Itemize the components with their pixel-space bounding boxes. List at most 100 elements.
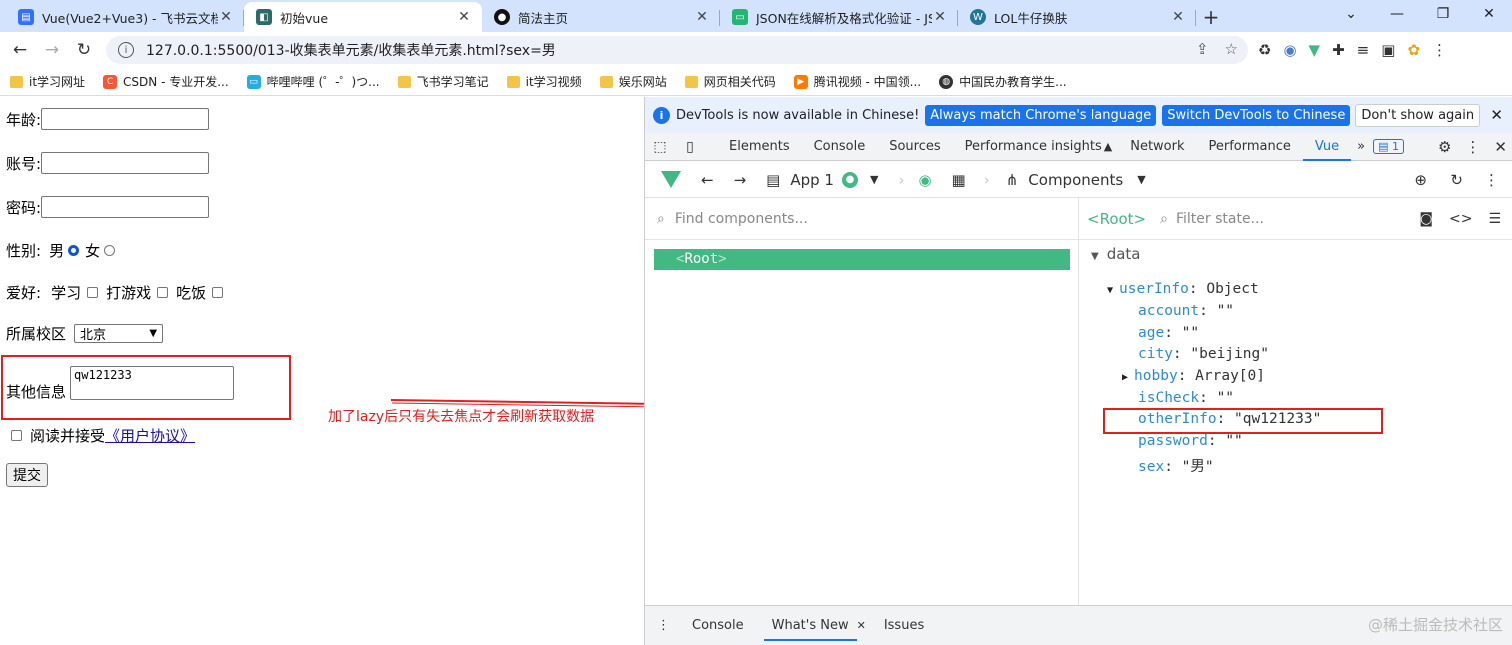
recycle-icon[interactable]: ♻ <box>1258 41 1271 59</box>
agree-checkbox[interactable] <box>11 430 22 441</box>
tab-performance-insights[interactable]: Performance insights <box>953 133 1114 161</box>
minimize-icon[interactable]: — <box>1374 0 1420 30</box>
tab-vue[interactable]: Vue <box>1302 133 1352 161</box>
profile-avatar-icon[interactable]: ✿ <box>1407 41 1420 59</box>
media-icon[interactable]: ≡ <box>1357 41 1370 59</box>
female-radio[interactable] <box>104 245 116 256</box>
bookmark-item[interactable]: it学习视频 <box>506 73 582 90</box>
tab-network[interactable]: Network <box>1118 133 1196 161</box>
drawer-tab-console[interactable]: Console <box>684 611 752 641</box>
dont-show-again-button[interactable]: Don't show again <box>1355 103 1481 127</box>
chevron-down-icon[interactable]: ▼ <box>1137 173 1145 186</box>
drawer-menu-icon[interactable]: ⋮ <box>657 618 670 633</box>
state-row-userInfo[interactable]: ▼ userInfo: Object <box>1107 281 1259 297</box>
pane-divider[interactable] <box>1078 198 1079 605</box>
vue-devtools-icon[interactable]: ▼ <box>1309 41 1321 59</box>
issues-badge[interactable]: ▤ 1 <box>1373 139 1405 154</box>
state-row-password[interactable]: password: "" <box>1138 433 1243 449</box>
hobby-eat-checkbox[interactable] <box>212 287 224 298</box>
state-row-sex[interactable]: sex: "男" <box>1138 455 1214 476</box>
restore-icon[interactable]: ❐ <box>1420 0 1466 30</box>
chevron-down-icon[interactable]: ⌄ <box>1328 0 1374 30</box>
bookmark-item[interactable]: ◍ 中国民办教育学生... <box>939 73 1067 90</box>
bookmark-item[interactable]: ▶ 腾讯视频 - 中国领... <box>793 73 921 90</box>
close-icon[interactable]: ✕ <box>1490 106 1503 124</box>
find-components-input[interactable]: Find components... <box>675 211 808 227</box>
data-section[interactable]: ▼ data <box>1091 245 1141 263</box>
drawer-tab-whats-new[interactable]: What's New <box>763 611 857 641</box>
close-tab-icon[interactable]: ✕ <box>456 9 472 25</box>
close-devtools-icon[interactable]: ✕ <box>1494 138 1507 156</box>
sidepanel-icon[interactable]: ▣ <box>1381 41 1395 59</box>
browser-tab-vue[interactable]: ◧ 初始vue ✕ <box>244 2 482 32</box>
close-tab-icon[interactable]: ✕ <box>1170 9 1186 25</box>
refresh-icon[interactable]: ↻ <box>1450 171 1463 189</box>
forward-icon[interactable]: → <box>734 171 747 189</box>
close-tab-icon[interactable]: ✕ <box>694 9 710 25</box>
scroll-to-icon[interactable]: ◙ <box>1419 211 1433 227</box>
reload-icon[interactable]: ↻ <box>68 40 100 60</box>
close-icon[interactable]: ✕ <box>857 619 866 632</box>
state-row-age[interactable]: age: "" <box>1138 325 1199 341</box>
compass-icon[interactable]: ◉ <box>918 171 931 189</box>
state-row-account[interactable]: account: "" <box>1138 303 1234 319</box>
address-bar[interactable]: i 127.0.0.1:5500/013-收集表单元素/收集表单元素.html?… <box>106 36 1248 64</box>
tab-performance[interactable]: Performance <box>1197 133 1303 161</box>
back-icon[interactable]: ← <box>4 40 36 60</box>
submit-button[interactable]: 提交 <box>6 463 48 487</box>
tab-console[interactable]: Console <box>802 133 878 161</box>
age-input[interactable] <box>41 108 210 130</box>
forward-icon[interactable]: → <box>36 40 68 60</box>
password-input[interactable] <box>41 196 210 218</box>
hobby-study-checkbox[interactable] <box>87 287 99 298</box>
bookmark-star-icon[interactable]: ☆ <box>1225 40 1238 58</box>
bookmark-item[interactable]: ▭ 哔哩哔哩 (゜-゜)つ... <box>246 73 380 90</box>
browser-tab-lol[interactable]: W LOL牛仔换肤 ✕ <box>958 2 1196 32</box>
site-info-icon[interactable]: i <box>118 42 134 58</box>
gear-icon[interactable]: ⚙ <box>1438 138 1451 156</box>
new-tab-button[interactable]: + <box>1196 2 1226 32</box>
campus-select[interactable]: 北京 ▼ <box>74 324 164 343</box>
state-row-isCheck[interactable]: isCheck: "" <box>1138 390 1234 406</box>
account-input[interactable] <box>41 152 210 174</box>
tab-elements[interactable]: Elements <box>717 133 802 161</box>
device-toolbar-icon[interactable]: ▯ <box>675 139 705 155</box>
list-icon[interactable]: ☰ <box>1488 211 1501 227</box>
app-selector[interactable]: App 1 <box>790 171 834 189</box>
back-icon[interactable]: ← <box>701 171 714 189</box>
inspect-element-icon[interactable]: ⬚ <box>645 139 675 155</box>
browser-tab-jianfa[interactable]: ● 简法主页 ✕ <box>482 2 720 32</box>
switch-chinese-button[interactable]: Switch DevTools to Chinese <box>1162 104 1351 126</box>
bookmark-item[interactable]: 网页相关代码 <box>684 73 776 90</box>
bookmark-item[interactable]: it学习网址 <box>10 73 85 90</box>
share-icon[interactable]: ⇪ <box>1196 40 1209 58</box>
timeline-icon[interactable]: ▦ <box>952 171 966 189</box>
match-language-button[interactable]: Always match Chrome's language <box>925 104 1157 126</box>
more-tabs-icon[interactable]: » <box>1357 139 1365 154</box>
drawer-tab-issues[interactable]: Issues <box>876 611 932 641</box>
puzzle-icon[interactable]: ✚ <box>1332 41 1345 59</box>
target-icon[interactable]: ⊕ <box>1414 171 1427 189</box>
filter-state-input[interactable]: Filter state... <box>1176 211 1264 227</box>
close-tab-icon[interactable]: ✕ <box>218 9 234 25</box>
hobby-game-checkbox[interactable] <box>157 287 169 298</box>
state-row-city[interactable]: city: "beijing" <box>1138 346 1269 362</box>
bookmark-item[interactable]: C CSDN - 专业开发... <box>103 73 229 90</box>
menu-icon[interactable]: ⋮ <box>1432 41 1447 59</box>
bookmark-item[interactable]: 飞书学习笔记 <box>397 73 489 90</box>
url-text[interactable]: 127.0.0.1:5500/013-收集表单元素/收集表单元素.html?se… <box>146 40 556 60</box>
find-components-bar[interactable]: ⌕ Find components... <box>645 198 1078 240</box>
more-options-icon[interactable]: ⋮ <box>1484 171 1499 189</box>
agreement-link[interactable]: 《用户协议》 <box>105 425 195 446</box>
more-options-icon[interactable]: ⋮ <box>1465 138 1480 156</box>
root-component-row[interactable]: <Root> <box>654 249 1070 270</box>
bookmark-item[interactable]: 娱乐网站 <box>599 73 667 90</box>
browser-tab-json[interactable]: ▭ JSON在线解析及格式化验证 - JS ✕ <box>720 2 958 32</box>
close-tab-icon[interactable]: ✕ <box>932 9 948 25</box>
state-row-hobby[interactable]: ▶ hobby: Array[0] <box>1122 368 1265 384</box>
male-radio[interactable] <box>68 245 80 256</box>
tab-sources[interactable]: Sources <box>877 133 952 161</box>
browser-tab-feishu[interactable]: ▤ Vue(Vue2+Vue3) - 飞书云文档 ✕ <box>6 2 244 32</box>
close-window-icon[interactable]: ✕ <box>1466 0 1512 30</box>
code-icon[interactable]: <> <box>1449 211 1472 227</box>
